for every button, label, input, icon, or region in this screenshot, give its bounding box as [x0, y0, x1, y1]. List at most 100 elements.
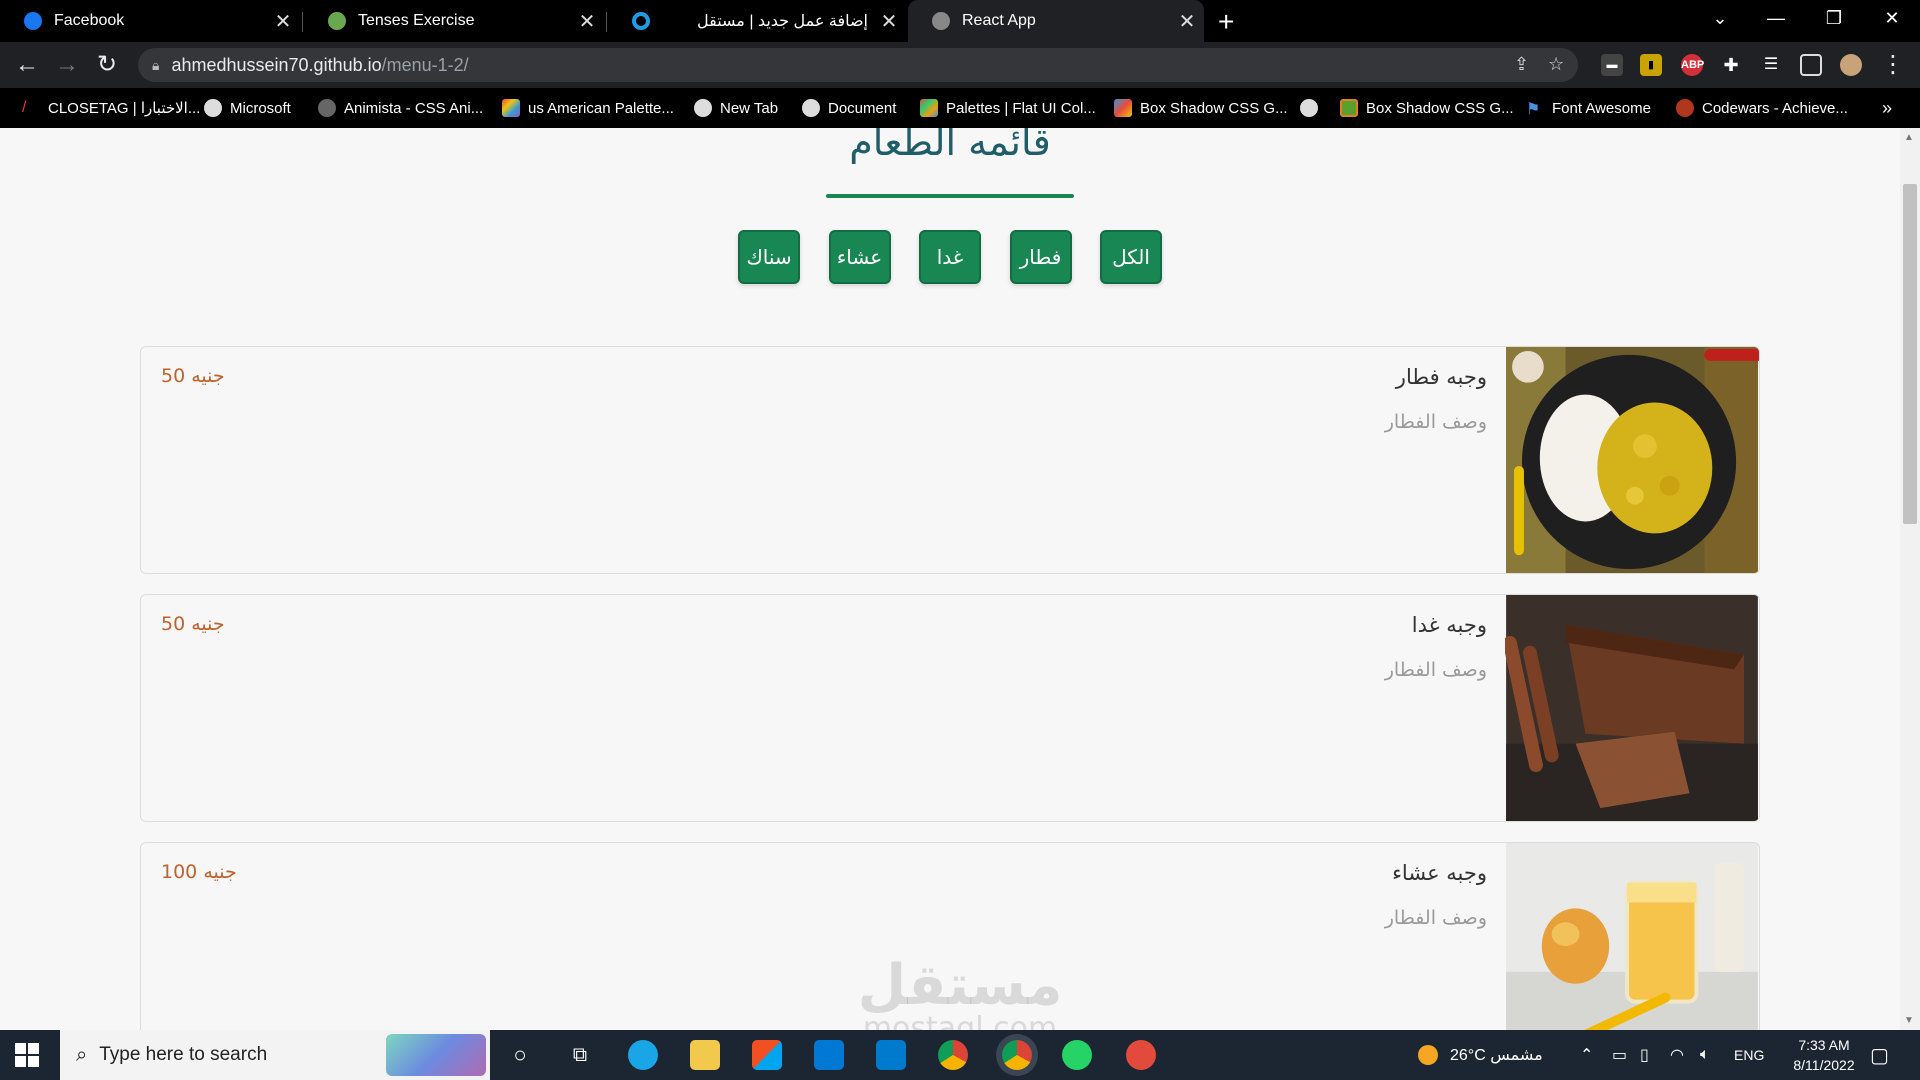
tab-tenses-exercise[interactable]: Tenses Exercise ✕ — [304, 0, 604, 42]
clock-time: 7:33 AM — [1798, 1037, 1850, 1053]
address-bar[interactable]: 🔒︎ ahmedhussein70.github.io /menu-1-2/ ⇪… — [138, 48, 1578, 82]
filter-breakfast-button[interactable]: فطار — [1009, 230, 1072, 284]
close-icon[interactable]: ✕ — [266, 9, 300, 34]
bookmark-globe[interactable] — [1300, 88, 1326, 128]
windows-taskbar: ⌕ Type here to search ○ ⧉ 26°C مشمس ⌃ ▭ … — [0, 1030, 1920, 1080]
sun-icon — [1418, 1045, 1438, 1065]
item-description: وصف الفطار — [1384, 411, 1487, 433]
tab-title: Facebook — [54, 12, 125, 29]
puzzle-icon[interactable]: ✚ — [1720, 54, 1742, 76]
clock-date: 8/11/2022 — [1793, 1057, 1855, 1073]
mail-icon[interactable] — [814, 1040, 844, 1070]
bookmarks-overflow-icon[interactable]: » — [1882, 88, 1892, 128]
close-icon[interactable]: ✕ — [570, 9, 604, 34]
new-tab-icon[interactable]: + — [1218, 6, 1234, 38]
cortana-icon[interactable]: ○ — [505, 1040, 535, 1070]
mango-juice-image — [1506, 843, 1758, 1030]
reload-icon[interactable]: ↻ — [92, 50, 122, 80]
tab-mostaql[interactable]: إضافة عمل جديد | مستقل ✕ — [608, 0, 906, 42]
tab-react-app[interactable]: React App ✕ — [908, 0, 1204, 42]
scrollbar-thumb[interactable] — [1903, 184, 1917, 524]
filter-lunch-button[interactable]: غدا — [919, 230, 981, 284]
avatar[interactable] — [1840, 54, 1862, 76]
file-explorer-icon[interactable] — [690, 1040, 720, 1070]
title-underline — [826, 194, 1074, 198]
notifications-icon[interactable]: ▢ — [1870, 1030, 1889, 1080]
mostaql-icon — [632, 12, 650, 30]
bookmark-closetag[interactable]: / CLOSETAG | الاختبارا... — [22, 88, 200, 128]
filter-all-button[interactable]: الكل — [1100, 230, 1162, 284]
bookmark-new-tab[interactable]: New Tab — [694, 88, 778, 128]
weather-text: 26°C مشمس — [1450, 1047, 1543, 1064]
page-scrollbar[interactable]: ▲ ▼ — [1900, 128, 1920, 1030]
bookmark-font-awesome[interactable]: ⚑ Font Awesome — [1526, 88, 1651, 128]
search-highlight-illustration — [386, 1034, 486, 1076]
lock-icon: 🔒︎ — [152, 56, 160, 73]
globe-icon — [932, 12, 950, 30]
whatsapp-icon[interactable] — [1062, 1040, 1092, 1070]
item-description: وصف الفطار — [1384, 659, 1487, 681]
scroll-up-icon[interactable]: ▲ — [1904, 132, 1914, 143]
task-view-icon[interactable]: ⧉ — [565, 1040, 595, 1070]
tab-facebook[interactable]: Facebook ✕ — [0, 0, 300, 42]
page-title: قائمه الطعام — [849, 128, 1051, 164]
share-icon[interactable]: ⇪ — [1514, 54, 1529, 75]
url-path: /menu-1-2/ — [381, 54, 469, 75]
weather-widget[interactable]: 26°C مشمس — [1418, 1030, 1543, 1080]
edge-icon[interactable] — [628, 1040, 658, 1070]
microsoft-store-icon[interactable] — [752, 1040, 782, 1070]
vscode-icon[interactable] — [876, 1040, 906, 1070]
language-indicator[interactable]: ENG — [1734, 1030, 1764, 1080]
scroll-down-icon[interactable]: ▼ — [1904, 1015, 1914, 1026]
battery-icon[interactable]: ▯ — [1640, 1030, 1649, 1080]
extension-media-icon[interactable]: ▬ — [1601, 54, 1623, 76]
item-price: 100 جنيه — [161, 861, 237, 883]
volume-icon[interactable]: 🔈︎ — [1700, 1030, 1710, 1080]
close-icon[interactable]: ✕ — [1170, 9, 1204, 34]
bookmark-animista[interactable]: Animista - CSS Ani... — [318, 88, 483, 128]
bookmark-box-shadow-1[interactable]: Box Shadow CSS G... — [1114, 88, 1288, 128]
more-vertical-icon[interactable]: ⋮ — [1878, 50, 1908, 80]
search-placeholder: Type here to search — [99, 1044, 268, 1065]
adblock-icon[interactable]: ABP — [1681, 54, 1704, 76]
taskbar-search-box[interactable]: ⌕ Type here to search — [60, 1030, 490, 1080]
reading-list-icon[interactable]: ☰ — [1760, 54, 1782, 76]
chrome-icon[interactable] — [938, 1040, 968, 1070]
tray-device-icon[interactable]: ▭ — [1612, 1030, 1627, 1080]
tab-search-chevron-icon[interactable]: ⌄ — [1692, 0, 1748, 36]
bookmark-microsoft[interactable]: Microsoft — [204, 88, 291, 128]
snipping-tool-icon[interactable] — [1126, 1040, 1156, 1070]
close-icon[interactable]: ✕ — [872, 9, 906, 34]
item-description: وصف الفطار — [1384, 907, 1487, 929]
tab-title: Tenses Exercise — [358, 12, 475, 29]
window-close-icon[interactable]: ✕ — [1864, 0, 1920, 36]
tray-chevron-icon[interactable]: ⌃ — [1580, 1030, 1593, 1080]
minimize-icon[interactable]: — — [1748, 0, 1804, 36]
side-panel-icon[interactable] — [1800, 54, 1822, 76]
back-arrow-icon[interactable]: ← — [12, 50, 42, 80]
clock[interactable]: 7:33 AM 8/11/2022 — [1776, 1030, 1872, 1080]
tab-bar: Facebook ✕ Tenses Exercise ✕ إضافة عمل ج… — [0, 0, 1920, 42]
search-icon: ⌕ — [76, 1043, 88, 1066]
chrome-active-icon[interactable] — [1002, 1040, 1032, 1070]
bookmark-document[interactable]: Document — [802, 88, 896, 128]
filter-dinner-button[interactable]: عشاء — [828, 230, 891, 284]
bookmark-codewars[interactable]: Codewars - Achieve... — [1676, 88, 1848, 128]
tab-title: إضافة عمل جديد | مستقل — [696, 13, 868, 30]
bookmark-box-shadow-2[interactable]: Box Shadow CSS G... — [1340, 88, 1514, 128]
bookmark-american-palette[interactable]: us American Palette... — [502, 88, 674, 128]
star-icon[interactable]: ☆ — [1548, 54, 1564, 75]
item-price: 50 جنيه — [161, 613, 225, 635]
extension-card-icon[interactable]: ▮ — [1640, 54, 1662, 76]
forward-arrow-icon[interactable]: → — [52, 50, 82, 80]
filter-snack-button[interactable]: سناك — [738, 230, 800, 284]
tab-divider — [302, 12, 303, 32]
watermark-latin: mostaql.com — [862, 1011, 1058, 1031]
category-filters: الكل فطار غدا عشاء سناك — [738, 230, 1162, 284]
restore-icon[interactable]: ❐ — [1806, 0, 1862, 36]
facebook-icon — [24, 12, 42, 30]
windows-start-icon[interactable] — [15, 1043, 39, 1067]
mostaql-watermark: مستقل mostaql.com — [840, 958, 1080, 1031]
bookmark-flat-ui-palettes[interactable]: Palettes | Flat UI Col... — [920, 88, 1096, 128]
wifi-icon[interactable]: ◠ — [1670, 1030, 1684, 1080]
